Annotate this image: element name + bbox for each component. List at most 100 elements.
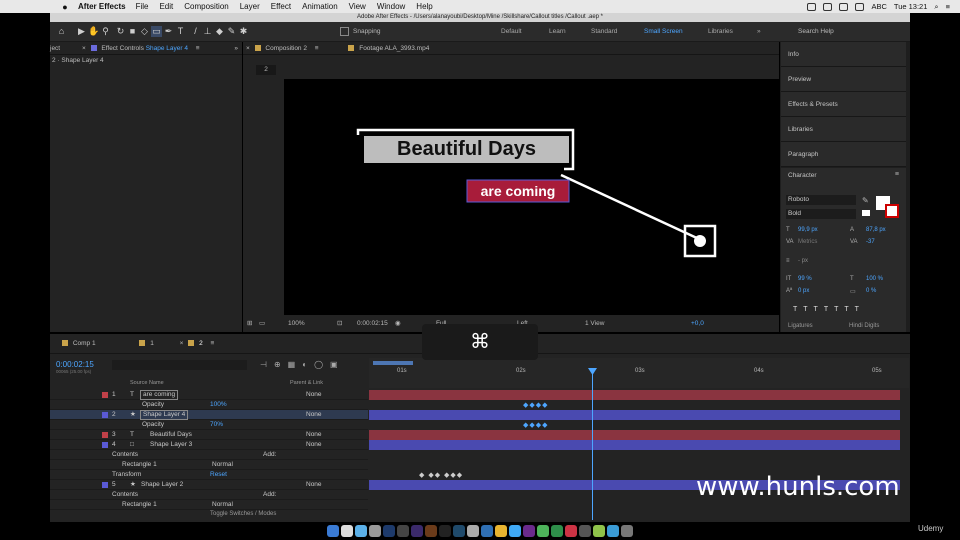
panel-libraries[interactable]: Libraries xyxy=(781,117,906,142)
panel-effects-presets[interactable]: Effects & Presets xyxy=(781,92,906,117)
footer-timecode[interactable]: 0:00:02:15 xyxy=(357,316,388,332)
timeline-timecode[interactable]: 0:00:02:15 xyxy=(56,360,94,369)
tab-2[interactable]: 2 xyxy=(199,340,203,347)
opacity-value[interactable]: 100% xyxy=(210,400,227,410)
property-row-opacity[interactable]: Opacity 70% xyxy=(50,420,368,430)
app-icon[interactable] xyxy=(593,525,605,537)
views-select[interactable]: 1 View xyxy=(585,316,604,332)
close-icon[interactable]: × xyxy=(82,45,86,52)
camera-tool-icon[interactable]: ■ xyxy=(127,26,138,37)
selection-tool-icon[interactable]: ▶ xyxy=(76,26,87,37)
tsume-value[interactable]: 0 % xyxy=(866,288,876,294)
search-help-input[interactable]: Search Help xyxy=(798,26,834,38)
app-icon[interactable] xyxy=(467,525,479,537)
layer-row-5[interactable]: 5 ★ Shape Layer 2 None xyxy=(50,480,368,490)
app-icon[interactable] xyxy=(523,525,535,537)
tracking-value[interactable]: -37 xyxy=(866,239,875,245)
toggle-switches-modes[interactable]: Toggle Switches / Modes xyxy=(210,511,276,517)
layer-color-chip[interactable] xyxy=(102,442,108,448)
comp-breadcrumb[interactable]: 2 xyxy=(256,65,276,75)
layer-name[interactable]: Shape Layer 2 xyxy=(141,480,183,490)
add-menu[interactable]: Add: xyxy=(263,490,276,500)
close-icon[interactable]: × xyxy=(180,340,184,347)
parent-select[interactable]: None xyxy=(306,440,322,450)
layer-row-1[interactable]: 1 T are coming None xyxy=(50,390,368,400)
composition-canvas[interactable]: Beautiful Days are coming xyxy=(284,79,779,315)
menu-composition[interactable]: Composition xyxy=(184,2,228,11)
clone-tool-icon[interactable]: ⊥ xyxy=(202,26,213,37)
parent-select[interactable]: None xyxy=(306,390,322,400)
battery-icon[interactable] xyxy=(855,2,865,11)
parent-select[interactable]: None xyxy=(306,480,322,490)
layer-bar-4[interactable] xyxy=(369,440,900,450)
menu-layer[interactable]: Layer xyxy=(240,2,260,11)
grid-icon[interactable]: ⊞ xyxy=(247,316,252,332)
blend-mode-select[interactable]: Normal xyxy=(212,500,233,510)
clock[interactable]: Tue 13:21 xyxy=(894,2,928,11)
group-row-transform[interactable]: Transform Reset xyxy=(50,470,368,480)
blend-mode-select[interactable]: Normal xyxy=(212,460,233,470)
finder-icon[interactable] xyxy=(327,525,339,537)
panel-menu-icon[interactable]: ≡ xyxy=(196,45,200,52)
app-icon[interactable] xyxy=(607,525,619,537)
rect-tool-icon[interactable]: ▭ xyxy=(151,26,162,37)
subtitle-text[interactable]: are coming xyxy=(467,180,569,202)
wifi-icon[interactable] xyxy=(839,2,849,11)
layer-row-3[interactable]: 3 T Beautiful Days None xyxy=(50,430,368,440)
playhead[interactable] xyxy=(592,368,593,520)
hindi-digits-checkbox[interactable]: Hindi Digits xyxy=(849,323,879,329)
layer-bar-1[interactable] xyxy=(369,390,900,400)
leading-value[interactable]: 87,8 px xyxy=(866,227,886,233)
app-icon[interactable] xyxy=(579,525,591,537)
app-icon[interactable] xyxy=(369,525,381,537)
layer-name[interactable]: Shape Layer 3 xyxy=(150,440,192,450)
zoom-select[interactable]: 100% xyxy=(288,316,305,332)
panel-menu-icon[interactable]: ≡ xyxy=(895,171,899,178)
opacity-value[interactable]: 70% xyxy=(210,420,223,430)
list-icon[interactable]: ≡ xyxy=(946,2,950,11)
exposure-value[interactable]: +0,0 xyxy=(691,316,704,332)
tab-effect-controls-layer[interactable]: Shape Layer 4 xyxy=(146,45,188,52)
timeline-search-input[interactable] xyxy=(112,360,247,370)
font-size-value[interactable]: 99,9 px xyxy=(798,227,818,233)
workspace-default[interactable]: Default xyxy=(501,22,522,42)
pan-behind-tool-icon[interactable]: ◇ xyxy=(139,26,150,37)
lightroom-icon[interactable] xyxy=(453,525,465,537)
font-family-select[interactable]: Roboto xyxy=(786,195,856,205)
roto-tool-icon[interactable]: ✎ xyxy=(226,26,237,37)
fit-icon[interactable]: ⊡ xyxy=(337,316,342,332)
timeline-switch-icons[interactable]: ⊣⊕▦◐◯▣ xyxy=(260,360,345,369)
trash-icon[interactable] xyxy=(621,525,633,537)
group-row-contents[interactable]: Contents Add: xyxy=(50,450,368,460)
workspace-learn[interactable]: Learn xyxy=(549,22,566,42)
launchpad-icon[interactable] xyxy=(341,525,353,537)
kerning-value[interactable]: Metrics xyxy=(798,239,817,245)
zoom-tool-icon[interactable]: ⚲ xyxy=(100,26,111,37)
menu-animation[interactable]: Animation xyxy=(302,2,338,11)
menu-window[interactable]: Window xyxy=(377,2,405,11)
tab-footage[interactable]: Footage ALA_3993.mp4 xyxy=(359,45,429,52)
monitor-icon[interactable]: ▭ xyxy=(259,316,265,332)
app-icon[interactable] xyxy=(397,525,409,537)
reset-link[interactable]: Reset xyxy=(210,470,227,480)
menu-file[interactable]: File xyxy=(136,2,149,11)
chrome-icon[interactable] xyxy=(495,525,507,537)
horizontal-scale-value[interactable]: 100 % xyxy=(866,276,883,282)
parent-select[interactable]: None xyxy=(306,430,322,440)
layer-row-2[interactable]: 2 ★ Shape Layer 4 None xyxy=(50,410,368,420)
search-icon[interactable]: ⌕ xyxy=(934,2,938,12)
stroke-color-swatch[interactable] xyxy=(885,204,899,218)
workspace-libraries[interactable]: Libraries xyxy=(708,22,733,42)
app-name[interactable]: After Effects xyxy=(78,2,126,11)
property-row-opacity[interactable]: Opacity 100% xyxy=(50,400,368,410)
snapshot-icon[interactable]: ◉ xyxy=(395,316,401,332)
layer-row-4[interactable]: 4 □ Shape Layer 3 None xyxy=(50,440,368,450)
parent-select[interactable]: None xyxy=(306,410,322,420)
snapping-checkbox[interactable] xyxy=(340,27,349,36)
panel-preview[interactable]: Preview xyxy=(781,67,906,92)
opacity-keyframes[interactable]: ◆◆◆◆ xyxy=(523,401,549,409)
layer-color-chip[interactable] xyxy=(102,482,108,488)
work-area-bar[interactable] xyxy=(373,361,413,365)
hand-tool-icon[interactable]: ✋ xyxy=(88,26,99,37)
panel-menu-icon[interactable]: ≡ xyxy=(211,340,215,347)
